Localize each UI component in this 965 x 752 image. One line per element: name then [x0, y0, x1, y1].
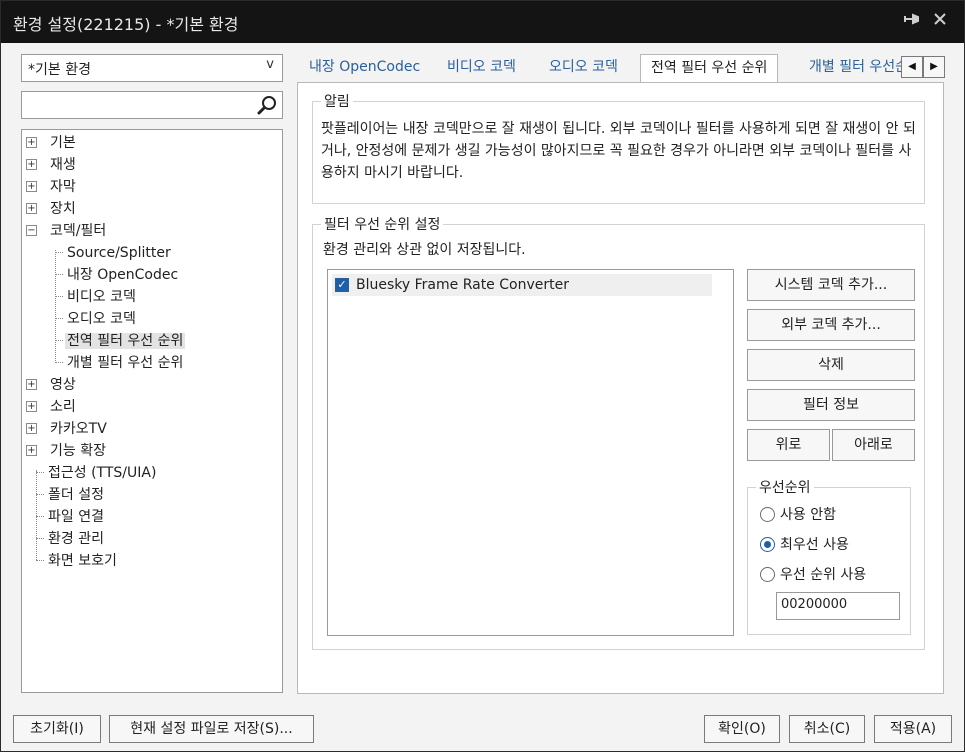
search-icon[interactable] [256, 94, 278, 116]
profile-select-value: *기본 환경 [28, 62, 91, 78]
tree-item-profile-management[interactable]: 환경 관리 [46, 528, 106, 550]
list-item[interactable]: ✓ Bluesky Frame Rate Converter [332, 274, 712, 296]
tree-connector [55, 296, 63, 297]
radio-button-selected[interactable] [760, 537, 775, 552]
reset-button[interactable]: 초기화(I) [13, 715, 101, 743]
settings-tree[interactable]: + 기본 + 재생 + 자막 + 장치 − 코덱/필터 Source/Splitter 내… [21, 129, 283, 693]
delete-button[interactable]: 삭제 [747, 349, 915, 381]
tree-connector [55, 274, 63, 275]
tree-connector [55, 318, 63, 319]
move-up-button[interactable]: 위로 [747, 429, 830, 461]
close-icon[interactable] [927, 9, 953, 35]
tab-audio-codec[interactable]: 오디오 코덱 [539, 54, 628, 82]
tree-item-codec-filter[interactable]: − 코덱/필터 [26, 220, 108, 242]
tab-scroll-left-icon[interactable]: ◀ [901, 56, 923, 78]
tree-connector [55, 252, 63, 253]
search-input[interactable] [21, 91, 283, 119]
tree-item-file-association[interactable]: 파일 연결 [46, 506, 106, 528]
apply-button[interactable]: 적용(A) [874, 715, 952, 743]
tree-item-individual-filter-priority[interactable]: 개별 필터 우선 순위 [65, 352, 185, 374]
tree-item-screensaver[interactable]: 화면 보호기 [46, 550, 119, 572]
tab-bar: 내장 OpenCodec 비디오 코덱 오디오 코덱 전역 필터 우선 순위 개… [297, 54, 947, 84]
tree-item-accessibility[interactable]: 접근성 (TTS/UIA) [46, 462, 158, 484]
tab-scroll-right-icon[interactable]: ▶ [923, 56, 945, 78]
settings-window: 환경 설정(221215) - *기본 환경 *기본 환경 v + 기본 + 재… [0, 0, 965, 752]
tree-connector [55, 340, 63, 341]
filter-priority-group: 필터 우선 순위 설정 환경 관리와 상관 없이 저장됩니다. ✓ Bluesk… [312, 214, 925, 650]
pin-icon[interactable] [899, 9, 925, 35]
expand-icon[interactable]: + [26, 159, 37, 170]
profile-select[interactable]: *기본 환경 v [21, 54, 283, 82]
add-system-codec-button[interactable]: 시스템 코덱 추가... [747, 269, 915, 301]
notice-title: 알림 [321, 91, 353, 111]
tree-item-global-filter-priority[interactable]: 전역 필터 우선 순위 [65, 330, 186, 352]
priority-title: 우선순위 [756, 477, 814, 497]
expand-icon[interactable]: + [26, 423, 37, 434]
notice-group: 알림 팟플레이어는 내장 코덱만으로 잘 재생이 됩니다. 외부 코덱이나 필터… [312, 91, 925, 204]
tab-panel: 알림 팟플레이어는 내장 코덱만으로 잘 재생이 됩니다. 외부 코덱이나 필터… [297, 82, 944, 694]
ok-button[interactable]: 확인(O) [704, 715, 780, 743]
cancel-button[interactable]: 취소(C) [789, 715, 865, 743]
tree-item-basic[interactable]: + 기본 [26, 132, 78, 154]
expand-icon[interactable]: + [26, 379, 37, 390]
tree-connector [55, 250, 56, 363]
tree-connector [36, 472, 44, 473]
tree-connector [36, 538, 44, 539]
filter-priority-title: 필터 우선 순위 설정 [321, 214, 444, 234]
expand-icon[interactable]: + [26, 445, 37, 456]
tree-item-audio-codec[interactable]: 오디오 코덱 [65, 308, 138, 330]
move-down-button[interactable]: 아래로 [832, 429, 915, 461]
radio-button[interactable] [760, 567, 775, 582]
save-settings-file-button[interactable]: 현재 설정 파일로 저장(S)... [109, 715, 314, 743]
tree-item-devices[interactable]: + 장치 [26, 198, 78, 220]
collapse-icon[interactable]: − [26, 225, 37, 236]
tree-item-playback[interactable]: + 재생 [26, 154, 78, 176]
tree-connector [36, 560, 44, 561]
tree-item-builtin-opencodec[interactable]: 내장 OpenCodec [65, 264, 180, 286]
tree-item-kakaotv[interactable]: + 카카오TV [26, 418, 109, 440]
tree-item-audio[interactable]: + 소리 [26, 396, 78, 418]
filter-list[interactable]: ✓ Bluesky Frame Rate Converter [327, 269, 734, 636]
filter-enabled-checkbox[interactable]: ✓ [335, 278, 349, 292]
tab-individual-filter-priority[interactable]: 개별 필터 우선순위 [799, 54, 903, 82]
tree-connector [36, 516, 44, 517]
tree-item-video[interactable]: + 영상 [26, 374, 78, 396]
add-external-codec-button[interactable]: 외부 코덱 추가... [747, 309, 915, 341]
tab-builtin-opencodec[interactable]: 내장 OpenCodec [299, 54, 430, 82]
tree-connector [36, 494, 44, 495]
filter-info-button[interactable]: 필터 정보 [747, 389, 915, 421]
title-bar: 환경 설정(221215) - *기본 환경 [1, 1, 964, 43]
expand-icon[interactable]: + [26, 401, 37, 412]
priority-value-input[interactable]: 00200000 [776, 592, 900, 620]
tree-connector [55, 362, 63, 363]
notice-text: 팟플레이어는 내장 코덱만으로 잘 재생이 됩니다. 외부 코덱이나 필터를 사… [321, 121, 916, 181]
radio-button[interactable] [760, 507, 775, 522]
expand-icon[interactable]: + [26, 137, 37, 148]
tree-item-extensions[interactable]: + 기능 확장 [26, 440, 108, 462]
expand-icon[interactable]: + [26, 181, 37, 192]
tab-global-filter-priority[interactable]: 전역 필터 우선 순위 [640, 54, 779, 84]
chevron-down-icon: v [266, 57, 274, 72]
save-note: 환경 관리와 상관 없이 저장됩니다. [323, 242, 526, 258]
tree-item-subtitles[interactable]: + 자막 [26, 176, 78, 198]
tree-item-source-splitter[interactable]: Source/Splitter [65, 242, 173, 264]
priority-group: 우선순위 사용 안함 최우선 사용 우선 순위 사용 00200000 [747, 477, 911, 635]
tree-connector [36, 470, 37, 560]
tree-item-folder-settings[interactable]: 폴더 설정 [46, 484, 106, 506]
tab-video-codec[interactable]: 비디오 코덱 [437, 54, 526, 82]
expand-icon[interactable]: + [26, 203, 37, 214]
window-title: 환경 설정(221215) - *기본 환경 [13, 15, 239, 34]
tree-item-video-codec[interactable]: 비디오 코덱 [65, 286, 138, 308]
filter-name: Bluesky Frame Rate Converter [356, 277, 569, 293]
